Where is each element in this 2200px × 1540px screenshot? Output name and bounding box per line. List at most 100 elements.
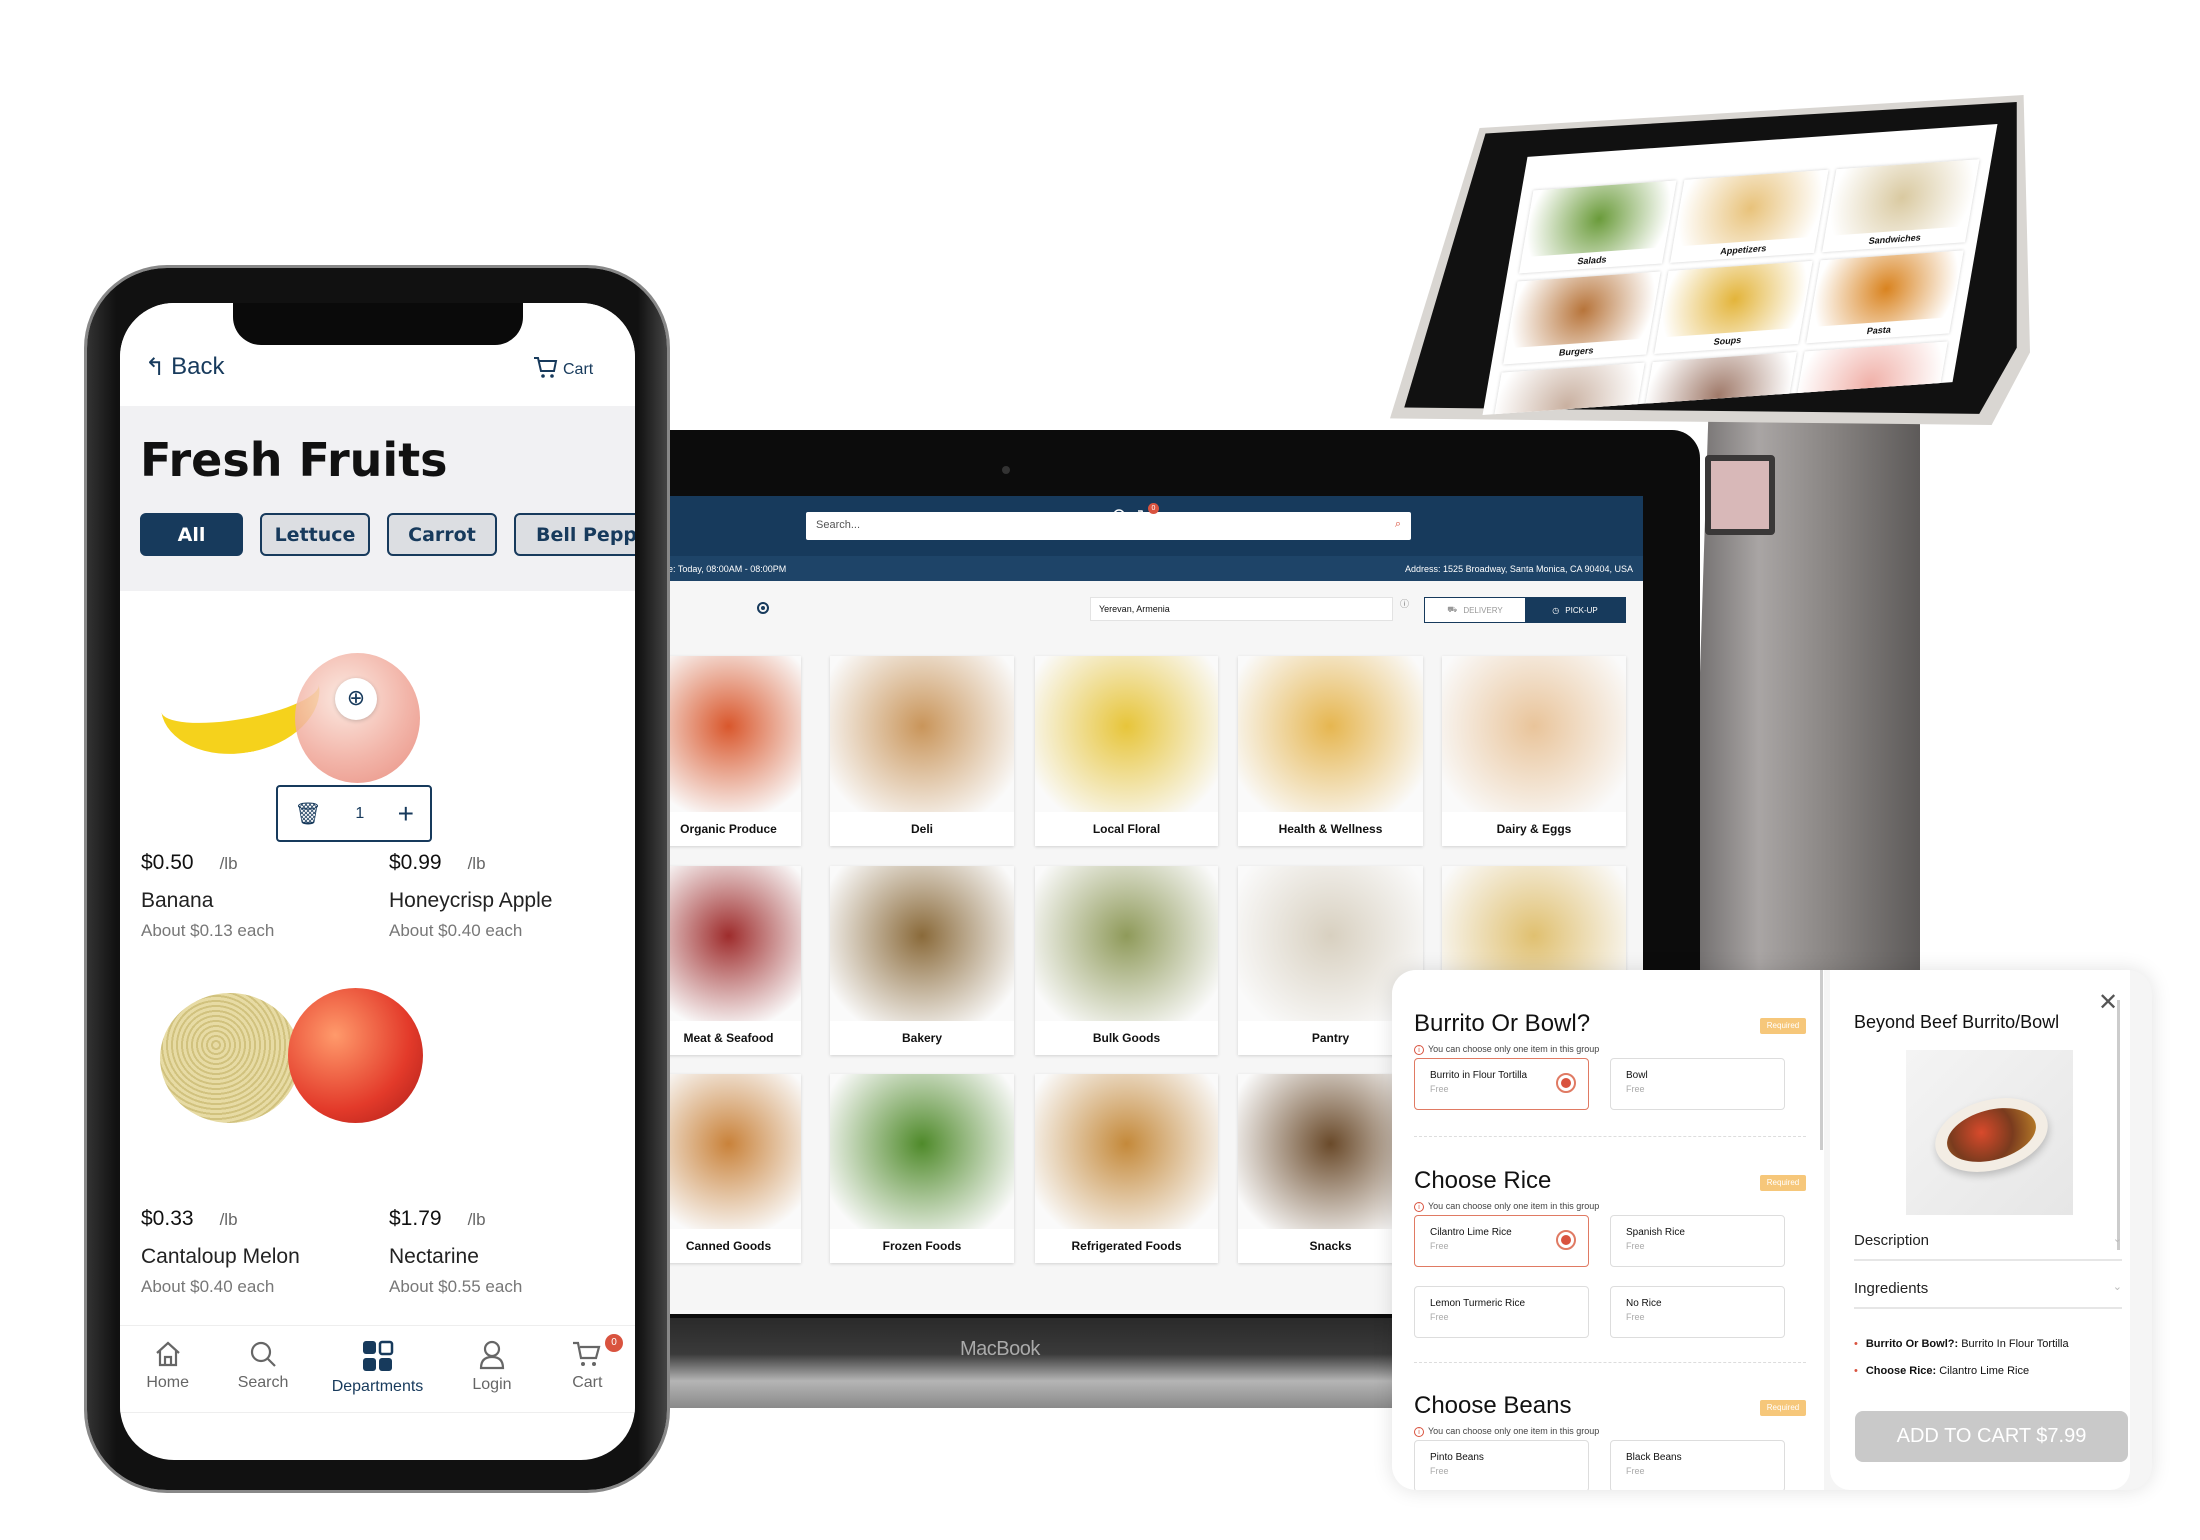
tab-cart[interactable]: Cart 0 [540,1326,635,1412]
cart-badge: 0 [605,1334,624,1352]
option-card[interactable]: Bowl Free [1610,1058,1785,1110]
option-card[interactable]: Spanish Rice Free [1610,1215,1785,1267]
tab-label: Cart [572,1374,603,1391]
kiosk-category-image [1824,159,1980,237]
kiosk-category-image [1808,250,1964,328]
back-arrow-icon: ↰ [145,354,166,381]
option-card[interactable]: Black Beans Free [1610,1440,1785,1490]
summary-item: Choose Rice: Cilantro Lime Rice [1854,1365,2029,1377]
page-title: Fresh Fruits [140,433,448,487]
kiosk-category-tile[interactable]: Appetizers [1670,169,1829,263]
kiosk-category-tile[interactable]: Soups [1654,260,1813,354]
description-label: Description [1854,1232,1930,1249]
item-title: Beyond Beef Burrito/Bowl [1854,1012,2060,1032]
product-unit-price: About $0.55 each [389,1277,523,1296]
kiosk-category-tile[interactable]: Sandwiches [1821,159,1980,253]
option-price: Free [1626,1312,1645,1322]
category-image [830,1074,1014,1229]
category-card[interactable]: Organic Produce [666,656,801,846]
plus-icon[interactable]: + [398,798,414,830]
trash-icon[interactable]: 🗑 [294,801,322,827]
option-group-hint: i You can choose only one item in this gr… [1414,1201,1599,1212]
category-card[interactable]: Deli [830,656,1014,846]
chip-carrot[interactable]: Carrot [387,513,497,556]
option-price: Free [1626,1466,1645,1476]
category-card[interactable]: Health & Wellness [1238,656,1423,846]
zoom-in-icon[interactable]: ⊕ [335,678,377,720]
category-card[interactable]: Meat & Seafood [666,866,801,1055]
tab-home[interactable]: Home [120,1326,215,1412]
tab-login[interactable]: Login [444,1326,539,1412]
ingredients-label: Ingredients [1854,1280,1929,1297]
product-card-apple[interactable]: $0.99/lb Honeycrisp Apple About $0.40 ea… [389,851,619,941]
ingredients-accordion[interactable]: Ingredients ⌄ [1854,1280,2122,1309]
melon-image [160,993,300,1123]
option-card[interactable]: Pinto Beans Free [1414,1440,1589,1490]
store-info-bar: le: Today, 08:00AM - 08:00PM Address: 15… [666,556,1643,581]
store-hours: le: Today, 08:00AM - 08:00PM [666,563,787,574]
kiosk-category-image [1521,180,1677,258]
delivery-option[interactable]: ⛟ DELIVERY [1425,598,1525,622]
radio-selected-icon[interactable] [1556,1230,1576,1250]
product-card-nectarine[interactable]: $1.79/lb Nectarine About $0.55 each [389,1207,619,1297]
kiosk-category-image [1505,271,1661,349]
category-card[interactable]: Frozen Foods [830,1074,1014,1263]
chip-all[interactable]: All [140,513,243,556]
category-card[interactable]: Canned Goods [666,1074,801,1263]
option-group-hint: i You can choose only one item in this gr… [1414,1426,1599,1437]
chip-lettuce[interactable]: Lettuce [260,513,370,556]
product-card-melon[interactable]: $0.33/lb Cantaloup Melon About $0.40 eac… [141,1207,371,1297]
phone-screen: ↰ Back Cart Fresh Fruits All Lettuce Carr… [120,303,635,1460]
close-icon[interactable]: ✕ [2098,988,2118,1017]
description-accordion[interactable]: Description ⌄ [1854,1232,2122,1261]
scrollbar[interactable] [2117,1000,2120,1250]
category-card[interactable]: Refrigerated Foods [1035,1074,1218,1263]
delivery-mode-toggle[interactable]: ⛟ DELIVERY ◷ PICK-UP [1424,597,1626,623]
summary-value: Burrito In Flour Tortilla [1961,1338,2069,1350]
kiosk-category-tile[interactable]: Pasta [1805,250,1964,344]
clock-icon: ◷ [1552,605,1560,615]
search-icon[interactable]: ⌕ [1395,518,1401,531]
cart-badge: 0 [1148,503,1159,514]
summary-label: Burrito Or Bowl?: [1865,1338,1959,1350]
option-card[interactable]: Lemon Turmeric Rice Free [1414,1286,1589,1338]
category-label: Meat & Seafood [683,1031,774,1045]
info-icon[interactable]: ⓘ [1400,597,1409,610]
option-name: Lemon Turmeric Rice [1430,1298,1526,1309]
summary-item: Burrito Or Bowl?: Burrito In Flour Torti… [1854,1338,2069,1350]
scrollbar[interactable] [1820,970,1823,1150]
user-icon[interactable] [1109,508,1129,530]
location-icon[interactable] [756,601,770,615]
category-image [1442,656,1626,812]
pickup-option[interactable]: ◷ PICK-UP [1525,598,1625,622]
radio-selected-icon[interactable] [1556,1073,1576,1093]
departments-grid-icon [362,1340,393,1371]
back-button[interactable]: ↰ Back [145,353,224,382]
category-card[interactable]: Dairy & Eggs [1442,656,1626,846]
product-price: $0.33/lb [141,1207,238,1230]
category-card[interactable]: Bakery [830,866,1014,1055]
option-group-title: Choose Rice [1414,1167,1552,1194]
chip-bell-pepper[interactable]: Bell Pepp [514,513,635,556]
tab-departments[interactable]: Departments [311,1326,445,1412]
category-label: Canned Goods [685,1239,772,1253]
tab-search[interactable]: Search [215,1326,310,1412]
product-card-banana[interactable]: $0.50/lb Banana About $0.13 each [141,851,371,941]
quantity-stepper[interactable]: 🗑 1 + [276,785,432,842]
product-price: $0.99/lb [389,851,486,874]
cart-button[interactable]: Cart [533,355,593,379]
option-price: Free [1430,1312,1449,1322]
category-label: Bulk Goods [1092,1031,1161,1045]
category-card[interactable]: Bulk Goods [1035,866,1218,1055]
kiosk-category-tile[interactable]: Burgers [1503,271,1661,365]
option-price: Free [1430,1084,1449,1094]
option-group-hint: i You can choose only one item in this gr… [1414,1044,1599,1055]
option-card[interactable]: No Rice Free [1610,1286,1785,1338]
option-card[interactable]: Cilantro Lime Rice Free [1414,1215,1589,1267]
category-label: Dairy & Eggs [1496,822,1572,836]
add-to-cart-button[interactable]: ADD TO CART $7.99 [1855,1411,2128,1462]
location-input[interactable]: Yerevan, Armenia [1090,597,1393,621]
category-card[interactable]: Local Floral [1035,656,1218,846]
kiosk-category-tile[interactable]: Salads [1519,180,1677,274]
option-card[interactable]: Burrito in Flour Tortilla Free [1414,1058,1589,1110]
